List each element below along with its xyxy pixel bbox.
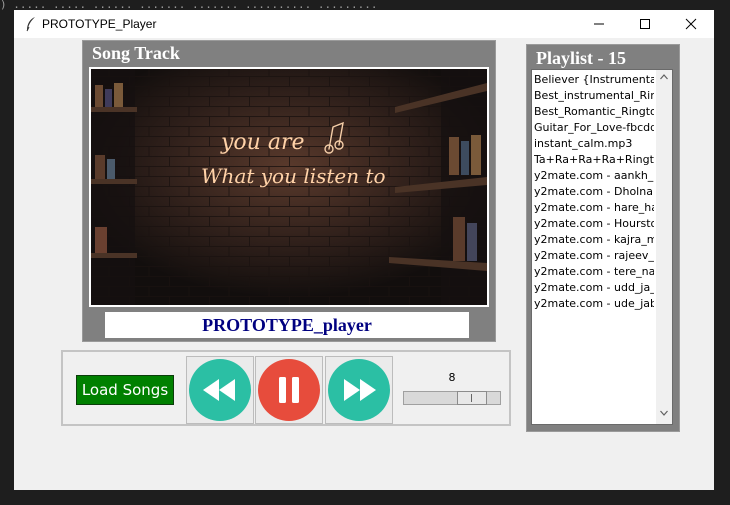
rewind-icon — [189, 359, 251, 421]
song-track-frame: Song Track you are What you listen to PR… — [82, 40, 496, 342]
playlist-item[interactable]: y2mate.com - Hoursto — [534, 216, 654, 232]
volume-slider-track[interactable] — [403, 391, 501, 405]
fast-forward-icon — [328, 359, 390, 421]
playlist-item[interactable]: Believer {Instrumental} — [534, 72, 654, 88]
close-icon — [685, 18, 697, 30]
playlist-frame: Playlist - 15 Believer {Instrumental} Bes… — [526, 44, 680, 432]
playlist-item[interactable]: instant_calm.mp3 — [534, 136, 654, 152]
neon-text-line1: you are — [220, 130, 305, 155]
maximize-button[interactable] — [622, 10, 668, 38]
scroll-down-icon[interactable] — [660, 410, 668, 416]
maximize-icon — [640, 19, 650, 29]
volume-scale[interactable]: 8 — [399, 369, 505, 411]
playlist-item[interactable]: y2mate.com - Dholna - — [534, 184, 654, 200]
app-window: PROTOTYPE_Player Song Track you are What… — [14, 10, 714, 490]
song-name: PROTOTYPE_player — [202, 315, 372, 335]
playlist-item[interactable]: y2mate.com - aankh_h — [534, 168, 654, 184]
controls-frame: Load Songs 8 — [61, 350, 511, 426]
scroll-up-icon[interactable] — [660, 74, 668, 80]
feather-icon — [24, 16, 38, 32]
window-title: PROTOTYPE_Player — [42, 17, 157, 31]
close-button[interactable] — [668, 10, 714, 38]
playlist-item[interactable]: y2mate.com - udd_ja_k — [534, 280, 654, 296]
neon-text-line2: What you listen to — [201, 164, 386, 188]
volume-slider-handle[interactable] — [457, 391, 487, 405]
album-artwork: you are What you listen to — [89, 67, 489, 307]
previous-button[interactable] — [186, 356, 254, 424]
playlist-listbox[interactable]: Believer {Instrumental} Best_instrumental… — [531, 69, 673, 425]
playlist-item[interactable]: Best_instrumental_Ringtone — [534, 88, 654, 104]
pause-button[interactable] — [255, 356, 323, 424]
song-name-display: PROTOTYPE_player — [105, 312, 469, 338]
minimize-button[interactable] — [576, 10, 622, 38]
playlist-item[interactable]: y2mate.com - ude_jab_ — [534, 296, 654, 312]
load-songs-button[interactable]: Load Songs — [76, 375, 174, 405]
volume-value: 8 — [448, 371, 456, 384]
next-button[interactable] — [325, 356, 393, 424]
playlist-item[interactable]: y2mate.com - tere_naa — [534, 264, 654, 280]
minimize-icon — [594, 23, 604, 25]
song-track-legend: Song Track — [91, 43, 181, 63]
pause-icon — [258, 359, 320, 421]
title-bar: PROTOTYPE_Player — [14, 10, 714, 38]
playlist-scrollbar[interactable] — [656, 70, 672, 424]
playlist-item[interactable]: y2mate.com - hare_har — [534, 200, 654, 216]
playlist-item[interactable]: Ta+Ra+Ra+Ra+Ringtone — [534, 152, 654, 168]
playlist-item[interactable]: y2mate.com - kajra_m — [534, 232, 654, 248]
playlist-item[interactable]: Best_Romantic_Ringtone — [534, 104, 654, 120]
playlist-item[interactable]: Guitar_For_Love-fbcdd — [534, 120, 654, 136]
playlist-legend: Playlist - 15 — [535, 48, 627, 68]
playlist-item[interactable]: y2mate.com - rajeev_ra — [534, 248, 654, 264]
